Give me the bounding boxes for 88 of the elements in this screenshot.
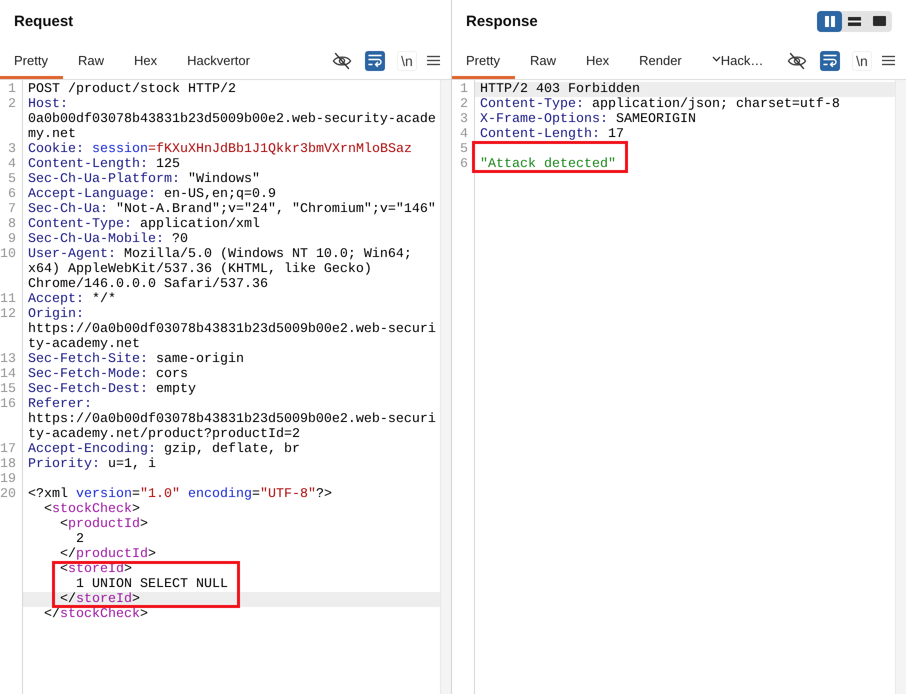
code-line: Chrome/146.0.0.0 Safari/537.36 (28, 277, 268, 292)
code-line: "Attack detected" (480, 157, 616, 172)
menu-icon[interactable] (882, 55, 895, 66)
code-line: POST /product/stock HTTP/2 (28, 82, 236, 97)
code-line: X-Frame-Options: SAMEORIGIN (480, 112, 696, 127)
code-line: Sec-Fetch-Mode: cors (28, 367, 188, 382)
panel-title: Response (466, 12, 538, 30)
tab[interactable]: Render (624, 42, 697, 79)
line-number: 13 (0, 352, 16, 367)
code-line: 1 UNION SELECT NULL (76, 577, 228, 592)
code-line: Sec-Fetch-Site: same-origin (28, 352, 244, 367)
line-number: 3 (8, 142, 16, 157)
code-line: User-Agent: Mozilla/5.0 (Windows NT 10.0; Win64; (28, 247, 412, 262)
code-line: Content-Type: application/xml (28, 217, 260, 232)
line-number: 3 (460, 112, 468, 127)
line-number: 8 (8, 217, 16, 232)
line-number: 15 (0, 382, 16, 397)
columns-icon (824, 16, 836, 26)
newline-toggle[interactable]: \n (852, 50, 872, 70)
rows-icon (848, 16, 861, 26)
code-line: <stockCheck> (44, 502, 140, 517)
code-line: Content-Length: 17 (480, 127, 624, 142)
wrap-toggle[interactable] (365, 50, 385, 70)
line-number: 4 (8, 157, 16, 172)
line-number: 1 (460, 82, 468, 97)
code-line: 2 (76, 532, 84, 547)
code-line: </stockCheck> (44, 607, 148, 622)
eye-slash-icon (332, 52, 352, 70)
tab[interactable]: Raw (62, 42, 119, 79)
line-number: 6 (460, 157, 468, 172)
code-line: my.net (28, 127, 76, 142)
code-line: x64) AppleWebKit/537.36 (KHTML, like Gecko) (28, 262, 372, 277)
line-number: 6 (8, 187, 16, 202)
line-number: 14 (0, 367, 16, 382)
code-line: Accept-Encoding: gzip, deflate, br (28, 442, 300, 457)
tab[interactable]: Hackvertor (172, 42, 265, 79)
code-line: Sec-Ch-Ua: "Not-A.Brand";v="24", "Chromium";v="146" (28, 202, 436, 217)
code-line: Cookie: session=fKXuXHnJdBb1J1Qkkr3bmVXrnMloBSaz (28, 142, 412, 157)
tab[interactable]: Raw (514, 42, 571, 79)
panel-title: Request (14, 12, 74, 30)
tab[interactable]: Pretty (452, 42, 515, 79)
line-number: 11 (0, 292, 16, 307)
code-line: 0a0b00df03078b43831b23d5009b00e2.web-security-acade (28, 112, 436, 127)
code-line: Accept-Language: en-US,en;q=0.9 (28, 187, 276, 202)
code-line: Host: (28, 97, 68, 112)
square-icon (873, 16, 886, 26)
line-number: 19 (0, 472, 16, 487)
code-line: Sec-Fetch-Dest: empty (28, 382, 196, 397)
line-number: 18 (0, 457, 16, 472)
code-line: Content-Type: application/json; charset=utf-8 (480, 97, 840, 112)
line-number: 5 (460, 142, 468, 157)
line-number: 5 (8, 172, 16, 187)
code-line: Accept: */* (28, 292, 116, 307)
code-line: Referer: (28, 397, 92, 412)
menu-icon[interactable] (427, 55, 440, 66)
code-line: Content-Length: 125 (28, 157, 180, 172)
tab[interactable]: Pretty (0, 42, 63, 79)
line-number: 12 (0, 307, 16, 322)
tab[interactable]: Hex (118, 42, 172, 79)
code-line: ty-academy.net/product?productId=2 (28, 427, 300, 442)
line-number: 2 (8, 97, 16, 112)
line-number: 2 (460, 97, 468, 112)
code-line: Priority: u=1, i (28, 457, 156, 472)
code-line: ty-academy.net (28, 337, 140, 352)
line-number: 1 (8, 82, 16, 97)
code-line: </productId> (60, 547, 156, 562)
line-number: 7 (8, 202, 16, 217)
code-line: Origin: (28, 307, 84, 322)
line-number: 17 (0, 442, 16, 457)
code-line: <?xml version="1.0" encoding="UTF-8"?> (28, 487, 332, 502)
wrap-toggle[interactable] (820, 50, 840, 70)
code-line: Sec-Ch-Ua-Mobile: ?0 (28, 232, 188, 247)
wrap-lines-icon (823, 54, 837, 67)
code-line: Sec-Ch-Ua-Platform: "Windows" (28, 172, 260, 187)
newline-toggle[interactable]: \n (397, 50, 417, 70)
wrap-lines-icon (368, 54, 382, 67)
line-number: 4 (460, 127, 468, 142)
line-number: 20 (0, 487, 16, 502)
line-number: 16 (0, 397, 16, 412)
eye-slash-icon (787, 52, 807, 70)
code-line: https://0a0b00df03078b43831b23d5009b00e2.web-securi (28, 322, 436, 337)
tab[interactable]: Hack… (696, 42, 778, 79)
code-line: <storeId> (60, 562, 132, 577)
line-number: 10 (0, 247, 16, 262)
code-line: https://0a0b00df03078b43831b23d5009b00e2.web-securi (28, 412, 436, 427)
tab[interactable]: Hex (570, 42, 624, 79)
code-line: <productId> (60, 517, 148, 532)
line-number: 9 (8, 232, 16, 247)
